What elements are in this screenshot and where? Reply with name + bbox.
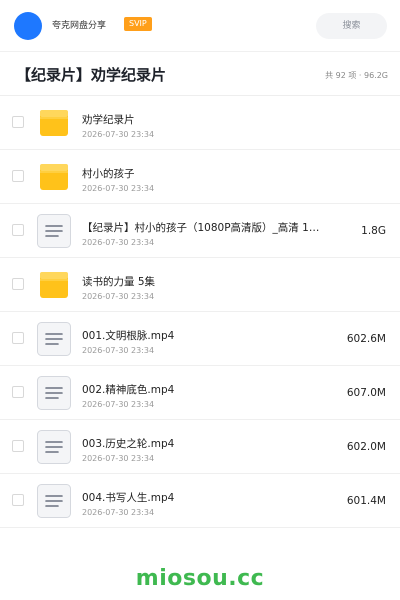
- file-name[interactable]: 003.历史之轮.mp4: [82, 436, 332, 451]
- file-name[interactable]: 读书的力量 5集: [82, 274, 332, 289]
- file-date: 2026-07-30 23:34: [82, 292, 155, 301]
- row-checkbox[interactable]: [12, 278, 24, 290]
- file-date: 2026-07-30 23:34: [82, 346, 155, 355]
- folder-header: 【纪录片】劝学纪录片 共 92 项 · 96.2G: [0, 52, 400, 96]
- file-date: 2026-07-30 23:34: [82, 184, 155, 193]
- row-checkbox[interactable]: [12, 170, 24, 182]
- row-checkbox[interactable]: [12, 116, 24, 128]
- document-icon: [37, 430, 71, 464]
- file-name[interactable]: 村小的孩子: [82, 166, 332, 181]
- file-row[interactable]: 村小的孩子 2026-07-30 23:34: [0, 150, 400, 204]
- file-name[interactable]: 劝学纪录片: [82, 112, 332, 127]
- row-checkbox[interactable]: [12, 332, 24, 344]
- file-row[interactable]: 002.精神底色.mp4 2026-07-30 23:34 607.0M: [0, 366, 400, 420]
- row-checkbox[interactable]: [12, 224, 24, 236]
- top-bar: 夸克网盘分享 SVIP 搜索: [0, 0, 400, 52]
- file-list: 劝学纪录片 2026-07-30 23:34 村小的孩子 2026-07-30 23:…: [0, 96, 400, 528]
- file-size: 602.0M: [346, 441, 386, 453]
- file-row[interactable]: 读书的力量 5集 2026-07-30 23:34: [0, 258, 400, 312]
- file-size: 607.0M: [346, 387, 386, 399]
- file-name[interactable]: 002.精神底色.mp4: [82, 382, 332, 397]
- search-button[interactable]: 搜索: [316, 13, 387, 39]
- folder-icon: [39, 271, 73, 305]
- site-name: 夸克网盘分享: [52, 21, 107, 31]
- file-date: 2026-07-30 23:34: [82, 454, 155, 463]
- row-checkbox[interactable]: [12, 494, 24, 506]
- file-name[interactable]: 001.文明根脉.mp4: [82, 328, 332, 343]
- document-icon: [37, 484, 71, 518]
- avatar[interactable]: [14, 12, 42, 40]
- file-date: 2026-07-30 23:34: [82, 400, 155, 409]
- document-icon: [37, 376, 71, 410]
- document-icon: [37, 214, 71, 248]
- file-date: 2026-07-30 23:34: [82, 130, 155, 139]
- svip-badge: SVIP: [124, 17, 152, 31]
- row-checkbox[interactable]: [12, 386, 24, 398]
- file-date: 2026-07-30 23:34: [82, 508, 155, 517]
- page-title: 【纪录片】劝学纪录片: [16, 66, 167, 84]
- file-row[interactable]: 003.历史之轮.mp4 2026-07-30 23:34 602.0M: [0, 420, 400, 474]
- file-name[interactable]: 004.书写人生.mp4: [82, 490, 332, 505]
- row-checkbox[interactable]: [12, 440, 24, 452]
- footer-brand: miosou.cc: [135, 566, 265, 591]
- file-size: 602.6M: [346, 333, 386, 345]
- file-size: 1.8G: [361, 225, 386, 237]
- file-row[interactable]: 004.书写人生.mp4 2026-07-30 23:34 601.4M: [0, 474, 400, 528]
- folder-summary: 共 92 项 · 96.2G: [325, 71, 388, 80]
- folder-icon: [39, 163, 73, 197]
- file-row[interactable]: 劝学纪录片 2026-07-30 23:34: [0, 96, 400, 150]
- file-row[interactable]: 001.文明根脉.mp4 2026-07-30 23:34 602.6M: [0, 312, 400, 366]
- document-icon: [37, 322, 71, 356]
- file-name[interactable]: 【纪录片】村小的孩子（1080P高清版）_高清 1…: [82, 220, 332, 235]
- folder-icon: [39, 109, 73, 143]
- file-date: 2026-07-30 23:34: [82, 238, 155, 247]
- file-row[interactable]: 【纪录片】村小的孩子（1080P高清版）_高清 1… 2026-07-30 23:…: [0, 204, 400, 258]
- file-size: 601.4M: [346, 495, 386, 507]
